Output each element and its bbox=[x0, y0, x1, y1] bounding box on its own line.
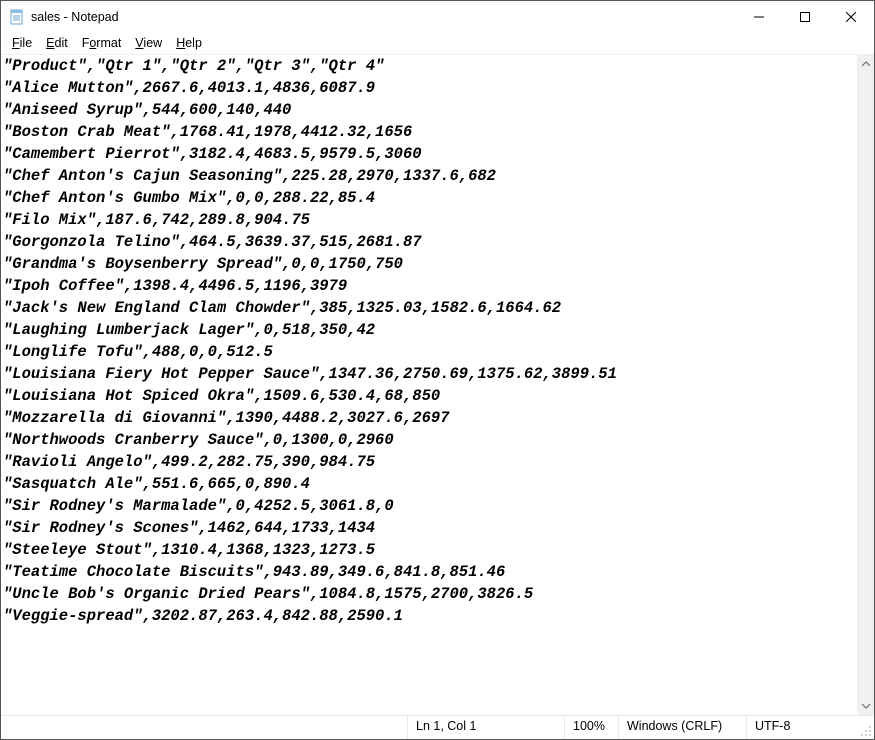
menu-format[interactable]: Format bbox=[75, 35, 129, 52]
status-zoom: 100% bbox=[564, 716, 618, 739]
minimize-button[interactable] bbox=[736, 1, 782, 33]
menu-file[interactable]: File bbox=[5, 35, 39, 52]
scroll-up-icon[interactable] bbox=[857, 55, 874, 72]
menu-bar: File Edit Format View Help bbox=[1, 33, 874, 54]
close-button[interactable] bbox=[828, 1, 874, 33]
title-bar[interactable]: sales - Notepad bbox=[1, 1, 874, 33]
menu-edit[interactable]: Edit bbox=[39, 35, 75, 52]
resize-grip-icon[interactable] bbox=[860, 725, 872, 737]
window-title: sales - Notepad bbox=[31, 10, 736, 24]
status-spacer bbox=[1, 716, 407, 739]
menu-help[interactable]: Help bbox=[169, 35, 209, 52]
maximize-button[interactable] bbox=[782, 1, 828, 33]
status-line-ending: Windows (CRLF) bbox=[618, 716, 746, 739]
status-encoding: UTF-8 bbox=[746, 716, 874, 739]
scroll-down-icon[interactable] bbox=[857, 698, 874, 715]
editor-frame bbox=[1, 54, 874, 715]
notepad-window: sales - Notepad File Edit Format View He… bbox=[0, 0, 875, 740]
status-cursor-position: Ln 1, Col 1 bbox=[407, 716, 564, 739]
notepad-icon bbox=[9, 9, 25, 25]
menu-view[interactable]: View bbox=[128, 35, 169, 52]
vertical-scrollbar[interactable] bbox=[857, 55, 874, 715]
text-editor[interactable] bbox=[1, 55, 857, 715]
status-bar: Ln 1, Col 1 100% Windows (CRLF) UTF-8 bbox=[1, 715, 874, 739]
window-controls bbox=[736, 1, 874, 33]
